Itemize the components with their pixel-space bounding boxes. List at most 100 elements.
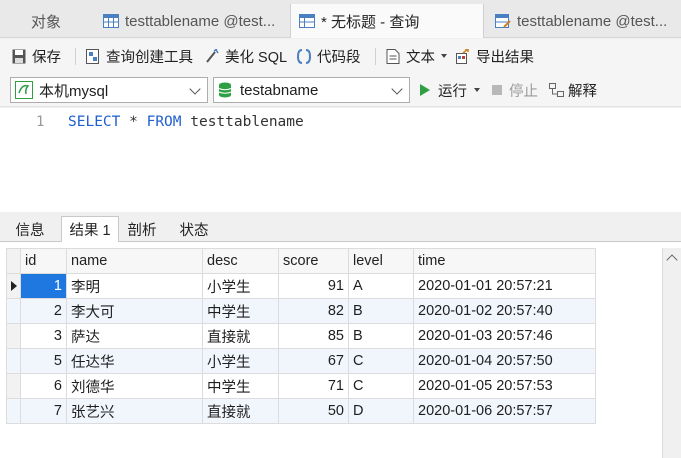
tab-table-2-label: testtablename @test...	[517, 12, 668, 30]
table-row[interactable]: 5 任达华 小学生 67 C 2020-01-04 20:57:50	[6, 348, 596, 374]
tab-query[interactable]: * 无标题 - 查询	[290, 4, 484, 38]
tab-result-1[interactable]: 结果 1	[61, 216, 119, 243]
cell-score[interactable]: 85	[278, 323, 349, 349]
cell-desc[interactable]: 小学生	[202, 273, 279, 299]
play-icon	[420, 84, 430, 96]
snippet-button[interactable]: 代码段	[296, 39, 361, 73]
cell-name[interactable]: 任达华	[66, 348, 203, 374]
cell-time[interactable]: 2020-01-01 20:57:21	[413, 273, 596, 299]
beautify-sql-button[interactable]: 美化 SQL	[205, 39, 287, 73]
beautify-label: 美化 SQL	[225, 49, 288, 66]
explain-icon	[549, 82, 565, 98]
table-row[interactable]: 3 萨达 直接就 85 B 2020-01-03 20:57:46	[6, 323, 596, 349]
cell-name[interactable]: 刘德华	[66, 373, 203, 399]
tab-info[interactable]: 信息	[8, 217, 52, 242]
cell-score[interactable]: 67	[278, 348, 349, 374]
stop-label: 停止	[509, 83, 538, 100]
vertical-scrollbar[interactable]	[662, 248, 681, 458]
cell-time[interactable]: 2020-01-05 20:57:53	[413, 373, 596, 399]
column-header-time[interactable]: time	[413, 248, 596, 274]
cell-id[interactable]: 3	[20, 323, 67, 349]
cell-id[interactable]: 1	[20, 273, 67, 299]
cell-level[interactable]: A	[348, 273, 414, 299]
cell-level[interactable]: B	[348, 298, 414, 324]
table-row[interactable]: 2 李大可 中学生 82 B 2020-01-02 20:57:40	[6, 298, 596, 324]
cell-id[interactable]: 2	[20, 298, 67, 324]
result-grid-panel: id name desc score level time 1 李明 小学生 9…	[0, 242, 681, 458]
query-builder-button[interactable]: 查询创建工具	[86, 39, 193, 73]
cell-time[interactable]: 2020-01-06 20:57:57	[413, 398, 596, 424]
sql-code-line[interactable]: SELECT * FROM testtablename	[68, 114, 304, 130]
cell-time[interactable]: 2020-01-04 20:57:50	[413, 348, 596, 374]
sql-text: *	[120, 114, 147, 130]
line-gutter: 1	[0, 108, 58, 212]
cell-desc[interactable]: 中学生	[202, 298, 279, 324]
database-select[interactable]: testabname	[213, 77, 410, 103]
scroll-up-icon[interactable]	[666, 254, 678, 266]
cell-desc[interactable]: 直接就	[202, 398, 279, 424]
beautify-icon	[205, 47, 219, 64]
column-header-name[interactable]: name	[66, 248, 203, 274]
table-row[interactable]: 7 张艺兴 直接就 50 D 2020-01-06 20:57:57	[6, 398, 596, 424]
chevron-down-icon	[391, 83, 403, 95]
tab-table-2[interactable]: testtablename @test...	[487, 4, 681, 38]
explain-button[interactable]: 解释	[549, 73, 597, 107]
tab-strip: 对象 testtablename @test... * 无标题 - 查询 tes…	[0, 0, 681, 38]
save-button[interactable]: 保存	[12, 39, 61, 73]
snippet-label: 代码段	[317, 49, 361, 66]
tab-objects[interactable]: 对象	[0, 4, 92, 38]
cell-id[interactable]: 5	[20, 348, 67, 374]
document-icon	[386, 48, 400, 64]
column-header-id[interactable]: id	[20, 248, 67, 274]
stop-button[interactable]: 停止	[492, 73, 538, 107]
cell-id[interactable]: 7	[20, 398, 67, 424]
row-header-corner	[6, 248, 21, 274]
connection-icon	[15, 81, 33, 99]
column-header-score[interactable]: score	[278, 248, 349, 274]
cell-desc[interactable]: 中学生	[202, 373, 279, 399]
cell-time[interactable]: 2020-01-02 20:57:40	[413, 298, 596, 324]
tab-query-label: * 无标题 - 查询	[321, 13, 420, 31]
cell-level[interactable]: C	[348, 348, 414, 374]
save-icon	[12, 49, 26, 64]
tab-status[interactable]: 状态	[170, 217, 218, 242]
column-header-level[interactable]: level	[348, 248, 414, 274]
cell-level[interactable]: D	[348, 398, 414, 424]
cell-name[interactable]: 萨达	[66, 323, 203, 349]
cell-level[interactable]: B	[348, 323, 414, 349]
query-builder-label: 查询创建工具	[106, 49, 193, 66]
query-builder-icon	[86, 48, 100, 64]
tab-result-1-label: 结果 1	[69, 223, 111, 239]
cell-level[interactable]: C	[348, 373, 414, 399]
run-button[interactable]: 运行	[420, 73, 480, 107]
cell-score[interactable]: 82	[278, 298, 349, 324]
query-icon	[299, 14, 315, 28]
table-row[interactable]: 1 李明 小学生 91 A 2020-01-01 20:57:21	[6, 273, 596, 299]
connection-select[interactable]: 本机mysql	[10, 77, 208, 103]
cell-score[interactable]: 71	[278, 373, 349, 399]
cell-time[interactable]: 2020-01-03 20:57:46	[413, 323, 596, 349]
cell-name[interactable]: 李明	[66, 273, 203, 299]
table-row[interactable]: 6 刘德华 中学生 71 C 2020-01-05 20:57:53	[6, 373, 596, 399]
sql-editor[interactable]: 1 SELECT * FROM testtablename	[0, 108, 681, 212]
cell-desc[interactable]: 小学生	[202, 348, 279, 374]
tab-profile-label: 剖析	[127, 223, 157, 239]
tab-table-1[interactable]: testtablename @test...	[95, 4, 287, 38]
cell-desc[interactable]: 直接就	[202, 323, 279, 349]
result-grid: id name desc score level time 1 李明 小学生 9…	[6, 248, 596, 424]
sql-text: testtablename	[181, 114, 304, 130]
selector-bar: 本机mysql testabname 运行 停止 解释	[0, 73, 681, 107]
caret-down-icon	[474, 88, 480, 92]
result-tabs: 信息 结果 1 剖析 状态	[0, 212, 681, 243]
cell-name[interactable]: 李大可	[66, 298, 203, 324]
cell-score[interactable]: 91	[278, 273, 349, 299]
row-indicator	[6, 373, 21, 399]
tab-profile[interactable]: 剖析	[120, 217, 164, 242]
row-indicator	[6, 348, 21, 374]
text-mode-button[interactable]: 文本	[386, 39, 447, 73]
export-results-button[interactable]: 导出结果	[456, 39, 534, 73]
cell-score[interactable]: 50	[278, 398, 349, 424]
cell-name[interactable]: 张艺兴	[66, 398, 203, 424]
column-header-desc[interactable]: desc	[202, 248, 279, 274]
cell-id[interactable]: 6	[20, 373, 67, 399]
